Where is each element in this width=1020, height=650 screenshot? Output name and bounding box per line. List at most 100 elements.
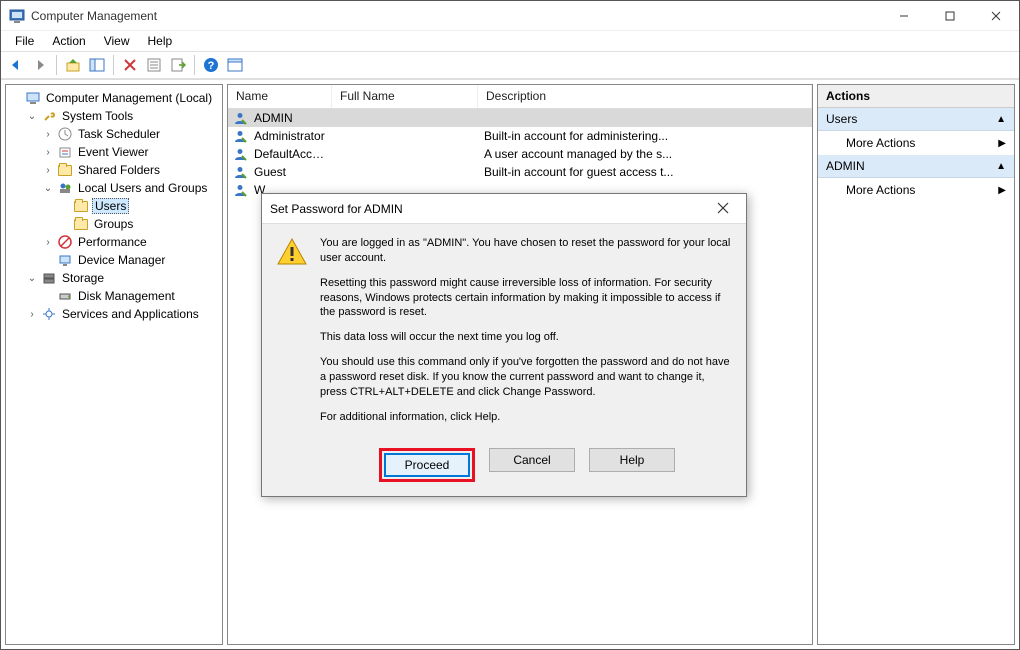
tree-performance[interactable]: › Performance <box>42 233 220 251</box>
forward-button[interactable] <box>29 54 51 76</box>
column-header-fullname[interactable]: Full Name <box>332 85 478 108</box>
chevron-down-icon[interactable]: ⌄ <box>26 111 38 122</box>
dialog-paragraph: For additional information, click Help. <box>320 410 732 425</box>
device-icon <box>57 252 73 268</box>
tree-label: Users <box>92 198 129 214</box>
services-icon <box>41 306 57 322</box>
tree-device-manager[interactable]: Device Manager <box>42 251 220 269</box>
actions-pane: Actions Users ▲ More Actions ▶ ADMIN ▲ M… <box>817 84 1015 645</box>
dialog-buttons: Proceed Cancel Help <box>262 448 746 496</box>
user-row[interactable]: ADMIN <box>228 109 812 127</box>
dialog-close-button[interactable] <box>708 201 738 217</box>
dialog-paragraph: You should use this command only if you'… <box>320 355 732 400</box>
actions-more-admin[interactable]: More Actions ▶ <box>818 178 1014 202</box>
tools-icon <box>41 108 57 124</box>
dialog-text: You are logged in as "ADMIN". You have c… <box>320 236 732 434</box>
tree-event-viewer[interactable]: › Event Viewer <box>42 143 220 161</box>
export-button[interactable] <box>167 54 189 76</box>
tree-task-scheduler[interactable]: › Task Scheduler <box>42 125 220 143</box>
up-button[interactable] <box>62 54 84 76</box>
tree: Computer Management (Local) ⌄ System Too… <box>8 89 220 323</box>
chevron-down-icon[interactable]: ⌄ <box>42 183 54 194</box>
actions-section-admin[interactable]: ADMIN ▲ <box>818 155 1014 178</box>
tree-label: System Tools <box>60 109 135 123</box>
disk-icon <box>57 288 73 304</box>
cell-name: DefaultAcco... <box>248 147 332 161</box>
warning-icon <box>276 236 308 268</box>
actions-section-label: Users <box>826 112 857 126</box>
close-button[interactable] <box>973 1 1019 30</box>
submenu-icon: ▶ <box>998 185 1006 196</box>
tree-groups[interactable]: Groups <box>58 215 220 233</box>
menu-view[interactable]: View <box>96 32 138 50</box>
actions-section-label: ADMIN <box>826 159 865 173</box>
actions-item-label: More Actions <box>846 183 915 197</box>
dialog-paragraph: Resetting this password might cause irre… <box>320 276 732 321</box>
back-button[interactable] <box>5 54 27 76</box>
cancel-button[interactable]: Cancel <box>489 448 575 472</box>
menu-help[interactable]: Help <box>140 32 181 50</box>
actions-section-users[interactable]: Users ▲ <box>818 108 1014 131</box>
delete-button[interactable] <box>119 54 141 76</box>
help-button[interactable]: ? <box>200 54 222 76</box>
user-icon <box>232 182 248 198</box>
storage-icon <box>41 270 57 286</box>
maximize-button[interactable] <box>927 1 973 30</box>
dialog-body: You are logged in as "ADMIN". You have c… <box>262 224 746 448</box>
tree-label: Performance <box>76 235 149 249</box>
tree-label: Services and Applications <box>60 307 201 321</box>
properties-button[interactable] <box>143 54 165 76</box>
user-icon <box>232 110 248 126</box>
proceed-highlight: Proceed <box>379 448 475 482</box>
titlebar: Computer Management <box>1 1 1019 31</box>
tree-shared-folders[interactable]: ›Shared Folders <box>42 161 220 179</box>
help-button[interactable]: Help <box>589 448 675 472</box>
chevron-right-icon[interactable]: › <box>42 165 54 176</box>
list-rows: ADMIN AdministratorBuilt-in account for a… <box>228 109 812 199</box>
tree-root[interactable]: Computer Management (Local) <box>10 89 220 107</box>
chevron-down-icon[interactable]: ⌄ <box>26 273 38 284</box>
tree-disk-management[interactable]: Disk Management <box>42 287 220 305</box>
column-header-description[interactable]: Description <box>478 85 812 108</box>
refresh-button[interactable] <box>224 54 246 76</box>
toolbar-separator <box>56 55 57 75</box>
actions-more-users[interactable]: More Actions ▶ <box>818 131 1014 155</box>
collapse-icon: ▲ <box>996 161 1006 172</box>
menu-file[interactable]: File <box>7 32 42 50</box>
tree-label: Groups <box>92 217 135 231</box>
user-row[interactable]: DefaultAcco... A user account managed by … <box>228 145 812 163</box>
dialog-paragraph: You are logged in as "ADMIN". You have c… <box>320 236 732 266</box>
tree-label: Disk Management <box>76 289 177 303</box>
window-controls <box>881 1 1019 30</box>
dialog-paragraph: This data loss will occur the next time … <box>320 330 732 345</box>
tree-pane: Computer Management (Local) ⌄ System Too… <box>5 84 223 645</box>
tree-users[interactable]: Users <box>58 197 220 215</box>
menu-action[interactable]: Action <box>44 32 93 50</box>
toolbar-separator <box>194 55 195 75</box>
user-row[interactable]: AdministratorBuilt-in account for admini… <box>228 127 812 145</box>
user-row[interactable]: GuestBuilt-in account for guest access t… <box>228 163 812 181</box>
tree-system-tools[interactable]: ⌄ System Tools <box>26 107 220 125</box>
submenu-icon: ▶ <box>998 138 1006 149</box>
performance-icon <box>57 234 73 250</box>
computer-icon <box>25 90 41 106</box>
cell-description: A user account managed by the s... <box>478 147 812 161</box>
cell-name: ADMIN <box>248 111 332 125</box>
column-header-name[interactable]: Name <box>228 85 332 108</box>
chevron-right-icon[interactable]: › <box>42 147 54 158</box>
clock-icon <box>57 126 73 142</box>
show-hide-tree-button[interactable] <box>86 54 108 76</box>
tree-label: Task Scheduler <box>76 127 162 141</box>
tree-local-users-groups[interactable]: ⌄Local Users and Groups <box>42 179 220 197</box>
tree-services-apps[interactable]: › Services and Applications <box>26 305 220 323</box>
cell-name: Guest <box>248 165 332 179</box>
tree-storage[interactable]: ⌄Storage <box>26 269 220 287</box>
actions-item-label: More Actions <box>846 136 915 150</box>
app-icon <box>9 8 25 24</box>
chevron-right-icon[interactable]: › <box>42 237 54 248</box>
chevron-right-icon[interactable]: › <box>26 309 38 320</box>
chevron-right-icon[interactable]: › <box>42 129 54 140</box>
proceed-button[interactable]: Proceed <box>384 453 470 477</box>
minimize-button[interactable] <box>881 1 927 30</box>
tree-label: Event Viewer <box>76 145 150 159</box>
